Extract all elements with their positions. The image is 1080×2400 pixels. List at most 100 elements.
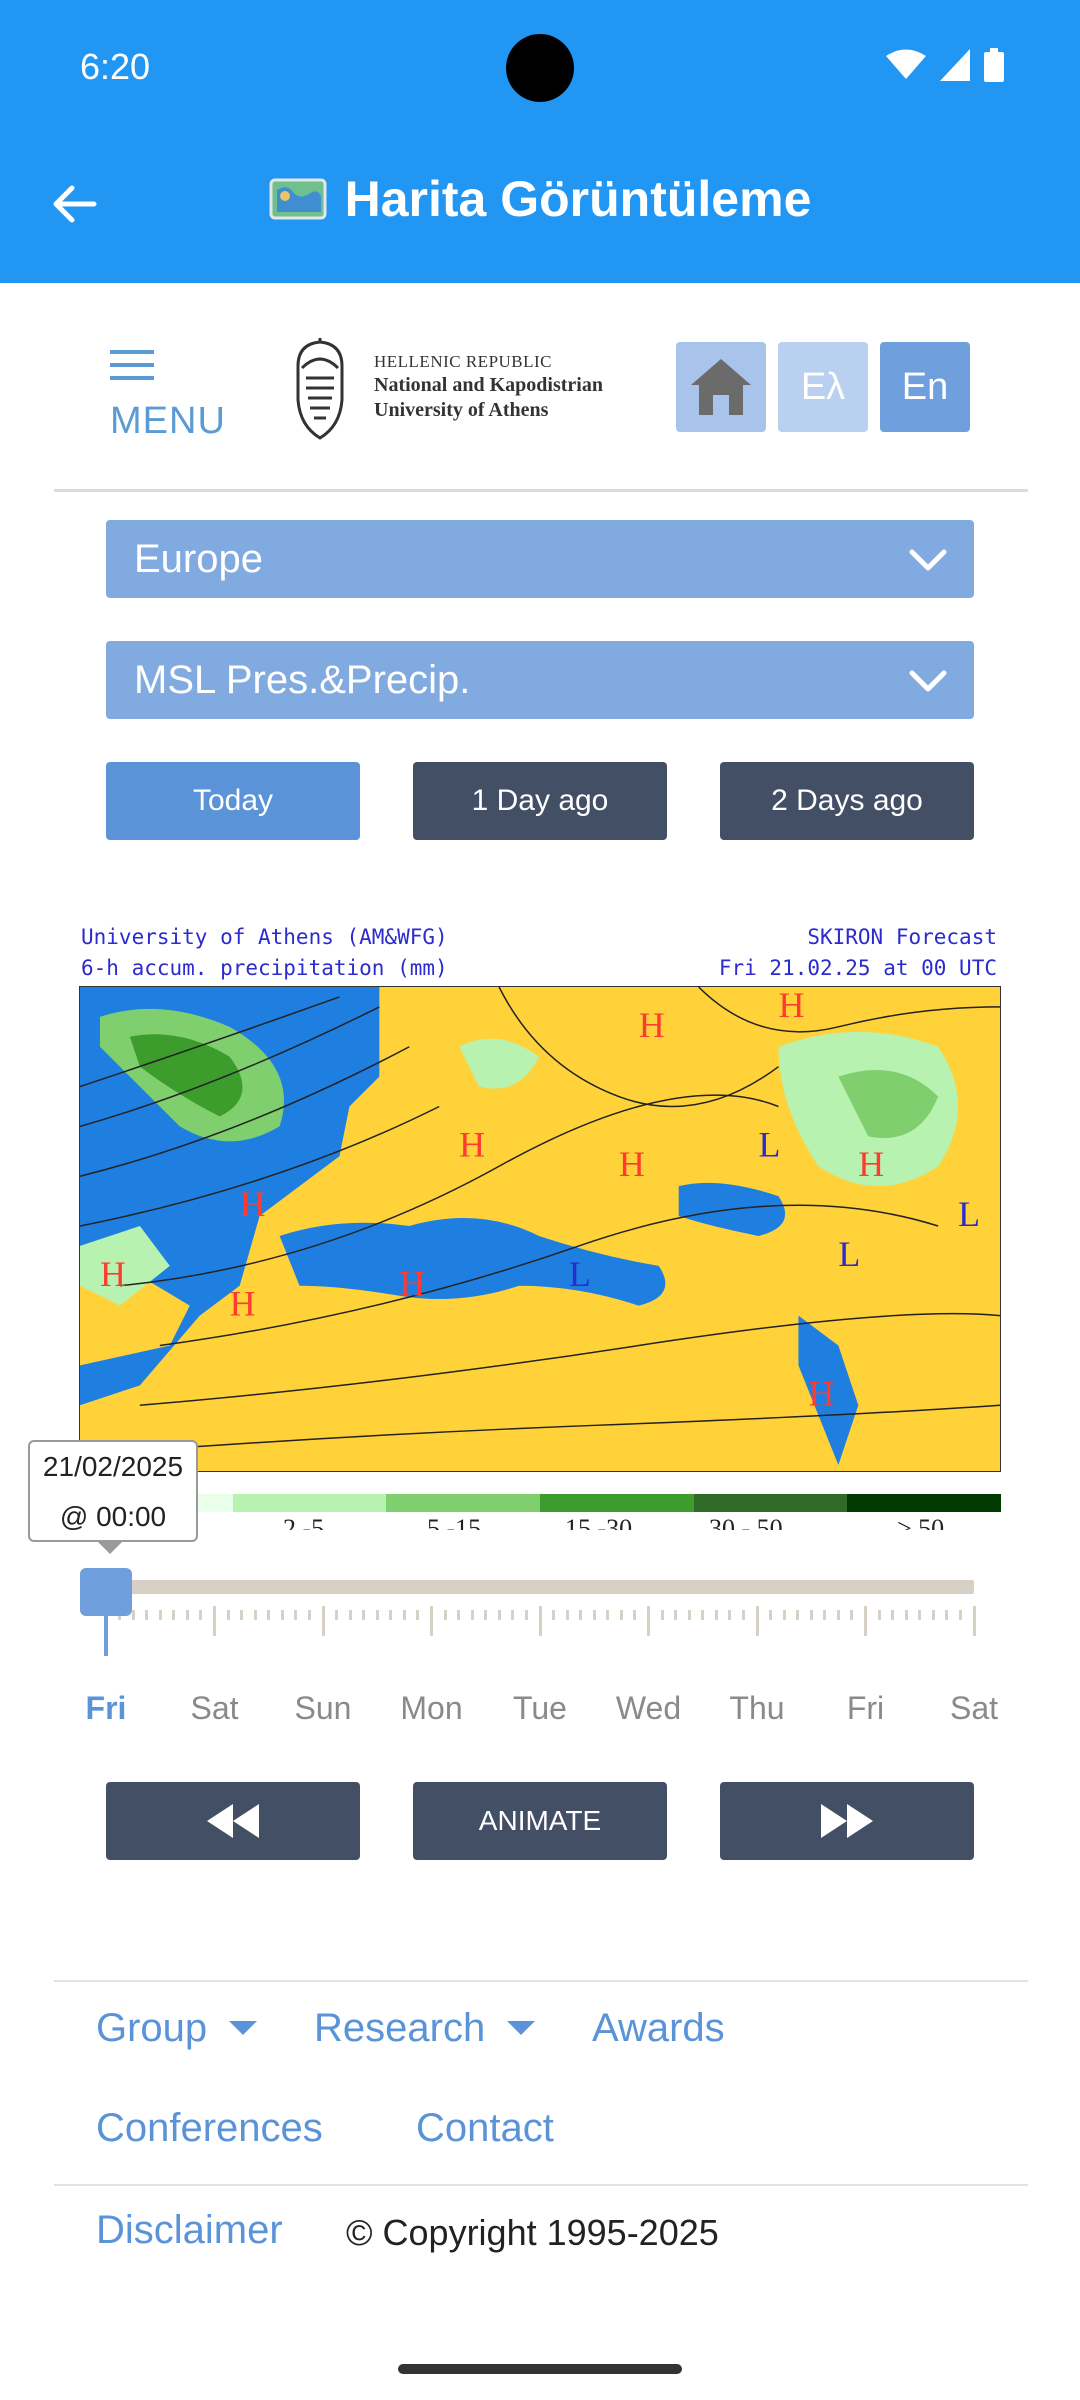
home-icon xyxy=(691,359,751,415)
gesture-home-indicator[interactable] xyxy=(398,2364,682,2374)
timeline-tick xyxy=(606,1610,610,1620)
day-label-thu[interactable]: Thu xyxy=(717,1690,797,1727)
timeline-tick xyxy=(375,1610,379,1620)
timeline-tick xyxy=(931,1610,935,1620)
legend-label: 15.-30. xyxy=(565,1514,639,1530)
timeline-tick xyxy=(267,1610,271,1620)
timeline-tick xyxy=(226,1610,230,1620)
timeline-tooltip: 21/02/2025 @ 00:00 xyxy=(28,1440,198,1542)
timeline-tick xyxy=(904,1610,908,1620)
legend-label: 30.- 50. xyxy=(709,1514,790,1530)
language-greek-button[interactable]: Ελ xyxy=(778,342,868,432)
caret-down-icon xyxy=(229,2021,258,2035)
timeline-tick xyxy=(741,1610,745,1620)
svg-text:L: L xyxy=(958,1194,980,1234)
svg-text:H: H xyxy=(230,1284,256,1324)
status-icons xyxy=(886,48,1004,82)
day-label-sat[interactable]: Sat xyxy=(175,1690,255,1727)
timeline-tick xyxy=(769,1610,773,1620)
university-line-3: University of Athens xyxy=(374,399,549,421)
timeline-tick xyxy=(402,1610,406,1620)
map-image: H H H H H H H H H H L L L L xyxy=(79,986,1001,1472)
timeline-tick xyxy=(660,1610,664,1620)
timeline-tick xyxy=(416,1610,420,1620)
timeline-tick xyxy=(240,1610,244,1620)
footer-disclaimer-link[interactable]: Disclaimer xyxy=(96,2208,283,2253)
rewind-button[interactable] xyxy=(106,1782,360,1860)
timeline-tick xyxy=(335,1610,339,1620)
svg-text:H: H xyxy=(240,1184,266,1224)
timeline-tick xyxy=(728,1610,732,1620)
chevron-down-icon xyxy=(909,549,947,571)
menu-button[interactable]: MENU xyxy=(110,338,230,448)
timeline-tick xyxy=(579,1610,583,1620)
day-label-fri[interactable]: Fri xyxy=(66,1690,146,1727)
legend-swatch xyxy=(232,1494,387,1512)
timeline-tick xyxy=(619,1610,623,1620)
timeline-tick xyxy=(470,1610,474,1620)
legend-color-bar xyxy=(79,1494,1002,1512)
footer-research-label: Research xyxy=(314,2006,486,2050)
wifi-icon xyxy=(886,49,926,79)
timeline-tick xyxy=(443,1610,447,1620)
one-day-ago-button[interactable]: 1 Day ago xyxy=(413,762,667,840)
timeline-tick xyxy=(253,1610,257,1620)
timeline-tick xyxy=(294,1610,298,1620)
footer-research-menu[interactable]: Research xyxy=(314,2006,536,2051)
day-label-sat-2[interactable]: Sat xyxy=(934,1690,1014,1727)
timeline-tick xyxy=(524,1610,528,1620)
day-label-mon[interactable]: Mon xyxy=(392,1690,472,1727)
footer-group-menu[interactable]: Group xyxy=(96,2006,258,2051)
timeline-tick xyxy=(796,1610,800,1620)
camera-cutout xyxy=(506,34,574,102)
timeline-slider-handle[interactable] xyxy=(80,1568,132,1616)
timeline-slider-track[interactable] xyxy=(106,1580,974,1594)
animate-button[interactable]: ANIMATE xyxy=(413,1782,667,1860)
legend-labels: . 2.-5. 5.-15. 15.-30. 30.- 50. > 50. xyxy=(79,1514,1001,1530)
fast-forward-button[interactable] xyxy=(720,1782,974,1860)
language-english-button[interactable]: En xyxy=(880,342,970,432)
caret-down-icon xyxy=(507,2021,536,2035)
timeline-tick xyxy=(755,1606,759,1636)
timeline-tick xyxy=(592,1610,596,1620)
legend-label: 2.-5. xyxy=(283,1514,331,1530)
day-label-tue[interactable]: Tue xyxy=(500,1690,580,1727)
chevron-down-icon xyxy=(909,670,947,692)
footer-conferences-link[interactable]: Conferences xyxy=(96,2106,323,2151)
timeline-tick xyxy=(430,1606,433,1636)
app-bar-title-wrap: Harita Görüntüleme xyxy=(0,170,1080,228)
footer-awards-link[interactable]: Awards xyxy=(592,2006,725,2051)
timeline-tick xyxy=(131,1610,135,1620)
product-select[interactable]: MSL Pres.&Precip. xyxy=(106,641,974,719)
timeline-tick xyxy=(918,1610,922,1620)
legend-swatch xyxy=(693,1494,848,1512)
day-label-fri-2[interactable]: Fri xyxy=(826,1690,906,1727)
day-label-wed[interactable]: Wed xyxy=(609,1690,689,1727)
timeline-tick xyxy=(484,1610,488,1620)
today-button[interactable]: Today xyxy=(106,762,360,840)
svg-text:L: L xyxy=(759,1124,781,1164)
timeline-tick xyxy=(213,1606,216,1636)
app-bar: 6:20 Harita Görüntüleme xyxy=(0,0,1080,283)
timeline-tick xyxy=(836,1610,840,1620)
timeline-tick xyxy=(552,1610,556,1620)
timeline-tick xyxy=(511,1610,515,1620)
region-select-value: Europe xyxy=(134,537,263,581)
home-button[interactable] xyxy=(676,342,766,432)
rewind-icon xyxy=(207,1804,259,1838)
timeline-tick xyxy=(891,1610,895,1620)
map-model-label: SKIRON Forecast xyxy=(807,925,997,949)
battery-icon xyxy=(984,48,1004,82)
map-source-label: University of Athens (AM&WFG) xyxy=(81,925,448,949)
timeline-tick xyxy=(958,1610,962,1620)
university-line-2: National and Kapodistrian xyxy=(374,374,603,396)
timeline-ticks xyxy=(104,1606,976,1640)
day-label-sun[interactable]: Sun xyxy=(283,1690,363,1727)
footer-contact-link[interactable]: Contact xyxy=(416,2106,554,2151)
university-name: HELLENIC REPUBLIC National and Kapodistr… xyxy=(374,352,603,422)
two-days-ago-button[interactable]: 2 Days ago xyxy=(720,762,974,840)
timeline-tick xyxy=(633,1610,637,1620)
timeline-tick xyxy=(877,1610,881,1620)
tooltip-pointer xyxy=(96,1540,124,1554)
region-select[interactable]: Europe xyxy=(106,520,974,598)
